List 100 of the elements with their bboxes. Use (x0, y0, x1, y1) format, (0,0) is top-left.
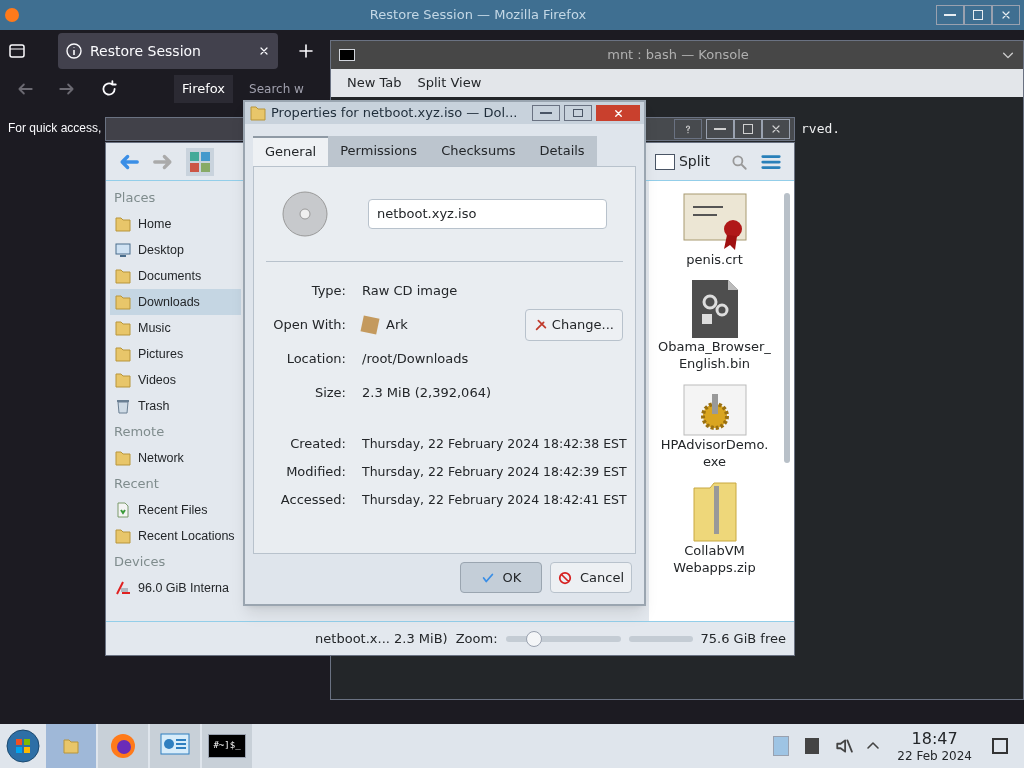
close-icon (770, 123, 782, 135)
dialog-tab[interactable]: Permissions (328, 136, 430, 166)
folder-icon (114, 449, 132, 467)
maximize-button[interactable] (964, 5, 992, 25)
place-label: Recent Locations (138, 527, 235, 545)
tab-list-icon[interactable] (8, 42, 26, 60)
place-item[interactable]: Home (110, 211, 241, 237)
name-field[interactable]: netboot.xyz.iso (368, 199, 607, 229)
place-label: Network (138, 449, 184, 467)
start-orb-icon[interactable] (6, 729, 40, 763)
trash-icon (114, 397, 132, 415)
document-icon (114, 501, 132, 519)
close-icon (1000, 9, 1012, 21)
place-item[interactable]: Downloads (110, 289, 241, 315)
help-button[interactable] (674, 119, 702, 139)
folder-icon (114, 267, 132, 285)
close-icon[interactable] (258, 45, 270, 57)
folder-icon (114, 293, 132, 311)
section-heading: Remote (113, 423, 166, 442)
slider-thumb[interactable] (526, 630, 543, 647)
section-heading: Recent (113, 475, 160, 494)
minimize-button[interactable] (706, 119, 734, 139)
field-label: Modified: (285, 463, 346, 482)
terminal-icon: #~]$_ (208, 734, 246, 758)
dialog-tab[interactable]: General (253, 136, 329, 166)
field-label: Size: (313, 384, 346, 403)
zoom-label: Zoom: (455, 629, 498, 648)
terminal-text: rved. (801, 121, 841, 136)
drive-icon (114, 579, 132, 597)
place-item[interactable]: Videos (110, 367, 241, 393)
window-title: Properties for netboot.xyz.iso — Dol... (271, 104, 519, 123)
minimize-button[interactable] (532, 105, 560, 121)
reload-icon[interactable] (100, 80, 118, 98)
section-heading: Places (113, 189, 157, 208)
field-label: Created: (289, 435, 346, 454)
browser-tab[interactable]: Restore Session (58, 33, 278, 69)
dialog-tab[interactable]: Details (527, 136, 597, 166)
scrollbar-thumb[interactable] (784, 193, 790, 463)
task-button[interactable] (98, 724, 148, 768)
place-item[interactable]: Pictures (110, 341, 241, 367)
file-item[interactable]: HPAdvisorDemo. exe (654, 384, 775, 470)
new-tab-icon[interactable] (298, 43, 314, 59)
icon-view-icon[interactable] (186, 147, 214, 176)
folder-icon (249, 104, 267, 122)
split-button[interactable]: Split (654, 151, 710, 172)
section-heading: Devices (113, 553, 167, 572)
close-button[interactable] (596, 105, 640, 121)
maximize-button[interactable] (734, 119, 762, 139)
place-label: Videos (138, 371, 176, 389)
place-label: Documents (138, 267, 202, 285)
place-label: Downloads (138, 293, 200, 311)
window-title: mnt : bash — Konsole (606, 46, 750, 65)
file-item[interactable]: penis.crt (654, 193, 775, 268)
place-item[interactable]: Recent Files (110, 497, 241, 523)
task-button[interactable]: #~]$_ (202, 724, 252, 768)
close-button[interactable] (762, 119, 790, 139)
status-text: netboot.x... 2.3 MiB) (315, 629, 448, 648)
zoom-slider[interactable] (505, 630, 621, 647)
monitor-icon (114, 241, 132, 259)
toolbar-button[interactable]: New Tab (347, 73, 402, 93)
gear-file-icon (691, 280, 738, 338)
free-space: 75.6 GiB free (700, 629, 786, 648)
toolbar-button[interactable]: Split View (417, 73, 482, 93)
place-item[interactable]: Desktop (110, 237, 241, 263)
zip-folder-icon (691, 482, 738, 542)
place-item[interactable]: Recent Locations (110, 523, 241, 549)
maximize-button[interactable] (564, 105, 592, 121)
place-label: Home (138, 215, 172, 233)
cancel-button[interactable]: Cancel (550, 562, 632, 593)
place-item[interactable]: Trash (110, 393, 241, 419)
place-label: Music (138, 319, 171, 337)
task-button[interactable] (150, 724, 200, 768)
place-item[interactable]: 96.0 GiB Interna (110, 575, 241, 601)
place-label: Trash (138, 397, 170, 415)
clock-date: 22 Feb 2024 (897, 748, 972, 764)
info-icon (66, 43, 82, 59)
bookmarks-hint: For quick access, (8, 121, 102, 135)
show-desktop-icon[interactable] (992, 738, 1008, 754)
place-item[interactable]: Network (110, 445, 241, 471)
folder-icon (114, 527, 132, 545)
fox-globe-icon (4, 7, 20, 23)
change-button[interactable]: Change... (524, 309, 623, 341)
certificate-icon (682, 193, 747, 251)
folder-icon (62, 737, 80, 755)
place-label: Desktop (138, 241, 184, 259)
file-name: HPAdvisorDemo. exe (659, 436, 770, 470)
minimize-button[interactable] (936, 5, 964, 25)
dialog-tab[interactable]: Checksums (429, 136, 528, 166)
identity-badge[interactable]: Firefox (174, 75, 234, 103)
fox-globe-icon (109, 732, 137, 760)
tab-title: Restore Session (90, 41, 202, 61)
ok-button[interactable]: OK (460, 562, 542, 593)
file-item[interactable]: Obama_Browser_ English.bin (654, 280, 775, 372)
folder-icon (114, 319, 132, 337)
file-item[interactable]: CollabVM Webapps.zip (654, 482, 775, 576)
gear-icon (682, 384, 747, 436)
muted-speaker-icon[interactable] (835, 737, 854, 755)
place-item[interactable]: Documents (110, 263, 241, 289)
place-item[interactable]: Music (110, 315, 241, 341)
disc-icon (282, 191, 328, 237)
